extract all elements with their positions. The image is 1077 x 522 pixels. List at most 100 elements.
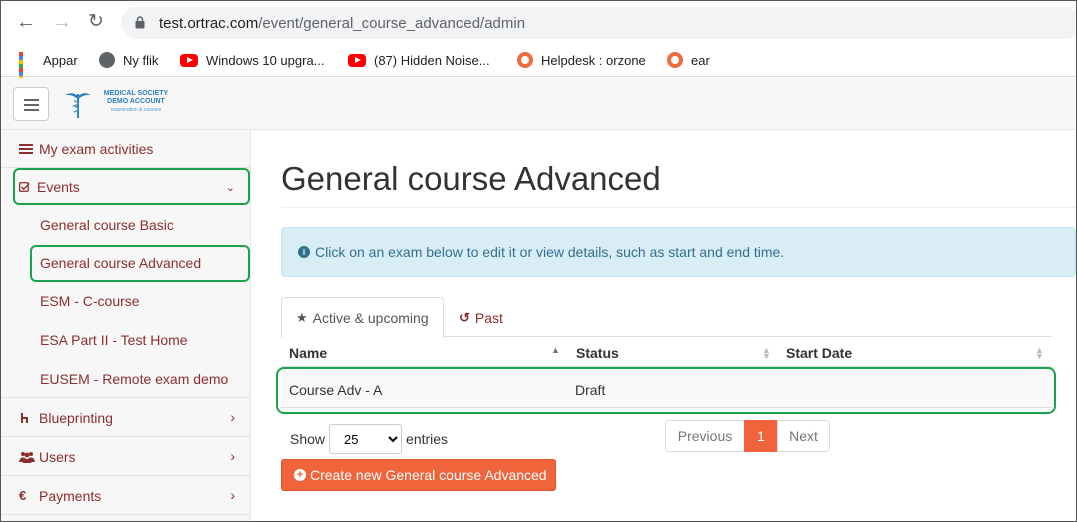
bookmark-hidden-noise[interactable]: (87) Hidden Noise... (348, 51, 490, 69)
bookmarks-bar: Appar Ny flik Windows 10 upgra... (87) H… (1, 43, 1076, 88)
app-logo[interactable]: MEDICAL SOCIETY DEMO ACCOUNT examination… (63, 89, 175, 119)
create-course-button[interactable]: + Create new General course Advanced (281, 459, 556, 491)
column-header-start-date[interactable]: Start Date (786, 345, 852, 361)
main-content: General course Advanced i Click on an ex… (252, 130, 1076, 521)
page-title: General course Advanced (281, 160, 661, 197)
sidebar-item-label: Payments (39, 487, 102, 504)
column-header-name[interactable]: Name (289, 345, 327, 361)
sitemap-icon (21, 412, 28, 423)
tab-active-upcoming[interactable]: ★ Active & upcoming (281, 297, 444, 338)
page-1-button[interactable]: 1 (744, 420, 778, 452)
sidebar-item-payments[interactable]: € Payments › (1, 477, 251, 515)
sort-both-icon[interactable]: ▲ ▼ (762, 346, 771, 361)
logo-line2: DEMO ACCOUNT (107, 98, 165, 105)
sidebar-subitem-esa-part-ii[interactable]: ESA Part II - Test Home (1, 321, 251, 359)
forward-arrow-icon[interactable]: → (51, 11, 73, 33)
apps-grid-icon (19, 52, 35, 88)
sidebar-subitem-eusem[interactable]: EUSEM - Remote exam demo (1, 360, 251, 398)
bookmark-label: (87) Hidden Noise... (374, 52, 490, 68)
logo-line3: examination & courses (110, 107, 162, 113)
youtube-icon (348, 53, 366, 67)
sort-asc-icon[interactable]: ▲ (551, 346, 560, 355)
show-label: Show (290, 431, 326, 447)
screenshot-frame: ← → ↻ test.ortrac.com/event/general_cour… (0, 0, 1077, 522)
reload-icon[interactable]: ↻ (85, 11, 107, 33)
sidebar-subitem-label: General course Advanced (40, 255, 202, 271)
url-path: /event/general_course_advanced/admin (258, 15, 526, 32)
url-text: test.ortrac.com/event/general_course_adv… (159, 15, 525, 32)
bookmark-appar[interactable]: Appar (19, 51, 78, 88)
tab-label: Past (474, 309, 503, 326)
youtube-icon (180, 53, 198, 67)
star-icon: ★ (296, 309, 308, 325)
next-page-button[interactable]: Next (777, 420, 830, 452)
sidebar-item-label: My exam activities (39, 140, 154, 157)
caduceus-icon (65, 93, 91, 118)
sort-both-icon[interactable]: ▲ ▼ (1035, 346, 1044, 361)
bookmark-label: Ny flik (123, 52, 159, 68)
tab-past[interactable]: ↺ Past (445, 297, 517, 338)
sidebar-item-label: Events (37, 179, 80, 195)
tab-label: Active & upcoming (312, 309, 429, 326)
orzone-icon (517, 52, 533, 68)
table-row[interactable]: Course Adv - A Draft (281, 370, 1052, 408)
sidebar-subitem-label: General course Basic (40, 217, 174, 233)
entries-select[interactable]: 25 (329, 424, 403, 454)
history-icon: ↺ (459, 309, 470, 325)
bookmark-helpdesk[interactable]: Helpdesk : orzone (517, 51, 646, 69)
browser-toolbar: ← → ↻ test.ortrac.com/event/general_cour… (1, 1, 1076, 43)
bookmark-label: Windows 10 upgra... (206, 52, 325, 68)
globe-icon (99, 52, 115, 68)
euro-icon: € (19, 487, 27, 503)
sidebar-subitem-general-course-basic[interactable]: General course Basic (1, 206, 251, 244)
menu-toggle-button[interactable] (13, 87, 49, 121)
pagination: Previous 1 Next (665, 420, 830, 452)
previous-page-button[interactable]: Previous (665, 420, 745, 452)
title-divider (281, 207, 1076, 208)
alert-text: Click on an exam below to edit it or vie… (315, 244, 785, 260)
sidebar-item-users[interactable]: Users › (1, 438, 251, 476)
sidebar: My exam activities Events ⌄ General cour… (1, 130, 251, 521)
info-circle-icon: i (298, 246, 310, 258)
users-icon (19, 451, 35, 463)
exam-tabs: ★ Active & upcoming ↺ Past (281, 297, 1052, 338)
bookmark-label: Appar (43, 52, 78, 68)
plus-circle-icon: + (294, 469, 306, 481)
back-arrow-icon[interactable]: ← (15, 11, 37, 33)
bookmark-ear[interactable]: ear (667, 51, 710, 69)
chevron-down-icon: ⌄ (225, 182, 235, 194)
checkbox-icon (19, 182, 30, 192)
bookmark-ny-flik[interactable]: Ny flik (99, 51, 158, 69)
sidebar-subitem-label: EUSEM - Remote exam demo (40, 370, 229, 387)
address-bar[interactable]: test.ortrac.com/event/general_course_adv… (121, 7, 1076, 39)
app-header: MEDICAL SOCIETY DEMO ACCOUNT examination… (1, 78, 1076, 130)
sidebar-item-my-exam-activities[interactable]: My exam activities (1, 130, 251, 168)
sidebar-item-blueprinting[interactable]: Blueprinting › (1, 399, 251, 437)
logo-text: MEDICAL SOCIETY DEMO ACCOUNT examination… (97, 90, 175, 114)
sidebar-item-label: Users (39, 448, 76, 465)
table-header: Name ▲ Status ▲ ▼ Start Date ▲ ▼ (281, 338, 1052, 368)
sidebar-subitem-label: ESA Part II - Test Home (40, 332, 188, 348)
sidebar-item-events[interactable]: Events ⌄ (1, 168, 251, 206)
entries-length-control: Show 25 entries (290, 424, 448, 454)
column-header-status[interactable]: Status (576, 345, 619, 361)
url-host: test.ortrac.com (159, 15, 259, 32)
chevron-right-icon: › (230, 409, 235, 425)
sidebar-subitem-label: ESM - C-course (40, 293, 140, 309)
sidebar-subitem-esm-c-course[interactable]: ESM - C-course (1, 282, 251, 320)
info-alert: i Click on an exam below to edit it or v… (281, 227, 1076, 277)
bookmark-windows-10[interactable]: Windows 10 upgra... (180, 51, 325, 69)
bookmark-label: Helpdesk : orzone (541, 52, 646, 68)
logo-line1: MEDICAL SOCIETY (103, 90, 169, 97)
orzone-icon (667, 52, 683, 68)
sidebar-subitem-general-course-advanced[interactable]: General course Advanced (1, 244, 251, 282)
lock-icon (135, 16, 145, 29)
bookmark-label: ear (691, 52, 710, 68)
entries-label: entries (406, 431, 449, 447)
sidebar-item-label: Blueprinting (39, 409, 113, 426)
chevron-right-icon: › (230, 487, 235, 503)
list-icon (19, 143, 33, 154)
create-button-label: Create new General course Advanced (310, 467, 547, 483)
chevron-right-icon: › (230, 448, 235, 464)
cell-name[interactable]: Course Adv - A (289, 382, 382, 398)
